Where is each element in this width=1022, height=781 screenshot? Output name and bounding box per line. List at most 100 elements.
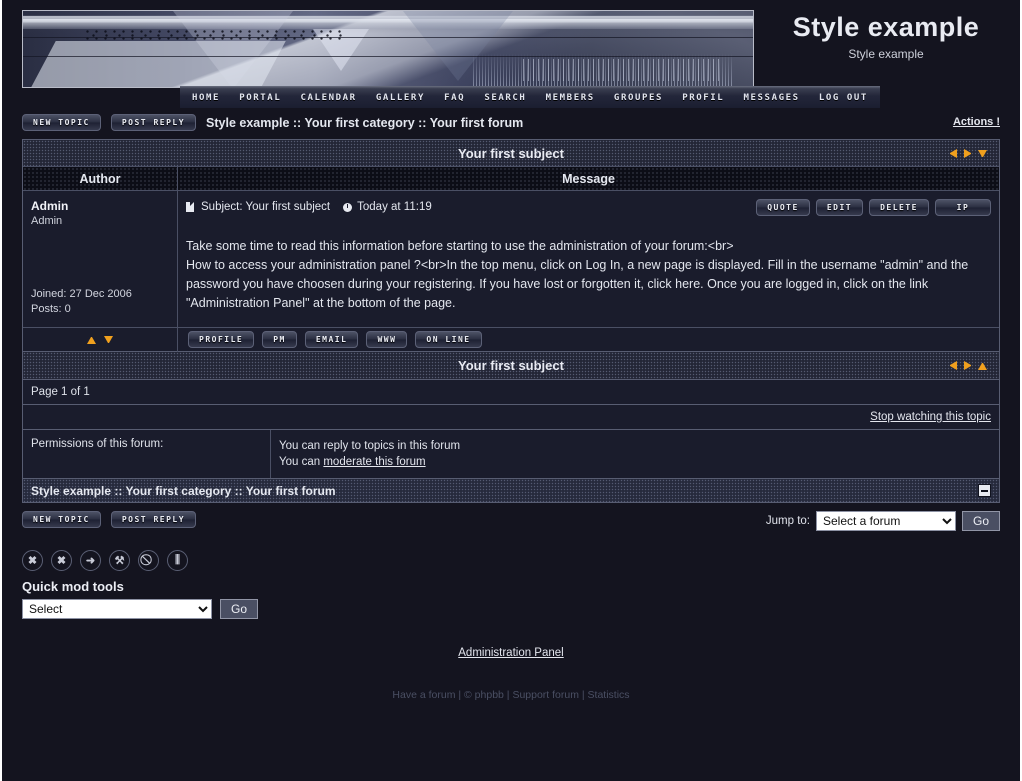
post-user-buttons[interactable]: PROFILE PM EMAIL WWW ON LINE (178, 328, 999, 352)
site-identity: Style example Style example (762, 12, 1010, 61)
quick-mod-select[interactable]: Select (22, 599, 212, 619)
nav-calendar[interactable]: CALENDAR (301, 93, 357, 103)
jump-down-icon[interactable] (978, 149, 987, 158)
permission-moderate: You can moderate this forum (279, 454, 991, 470)
post-reply-button[interactable]: POST REPLY (110, 114, 197, 131)
previous-topic-icon-bottom[interactable] (948, 361, 957, 370)
quick-mod-label: Quick mod tools (22, 579, 124, 594)
breadcrumb: Style example :: Your first category :: … (206, 115, 524, 130)
author-meta: Joined: 27 Dec 2006 Posts: 0 (31, 287, 132, 317)
footer-link-support[interactable]: Support forum (512, 689, 579, 701)
nav-messages[interactable]: MESSAGES (744, 93, 800, 103)
site-subtitle: Style example (848, 47, 924, 61)
nav-logout[interactable]: LOG OUT (819, 93, 868, 103)
post-header: Subject: Your first subject Today at 11:… (186, 197, 991, 217)
collapse-button[interactable] (978, 484, 991, 497)
nav-groupes[interactable]: GROUPES (614, 93, 663, 103)
wrench-icon[interactable]: ⚒ (109, 550, 130, 571)
column-header-author: Author (23, 167, 178, 190)
post-subject-line: Subject: Your first subject Today at 11:… (186, 201, 432, 213)
go-to-bottom-icon[interactable] (104, 335, 113, 344)
quick-mod-tools: ✖ ✖ ➜ ⚒⃠ ⫼ Quick mod tools Select Go (22, 528, 1000, 619)
topic-panel: Your first subject Author Message Admin … (22, 139, 1000, 352)
post-footer: PROFILE PM EMAIL WWW ON LINE (23, 327, 999, 352)
post-text: Take some time to read this information … (186, 237, 991, 313)
quick-mod-go-button[interactable]: Go (220, 599, 259, 619)
post-body-cell: Subject: Your first subject Today at 11:… (178, 191, 999, 327)
www-button[interactable]: WWW (366, 331, 408, 348)
topic-title-bar-bottom: Your first subject (23, 352, 999, 379)
split-icon[interactable]: ⫼ (167, 550, 188, 571)
page-info: Page 1 of 1 (31, 386, 90, 398)
author-posts: Posts: 0 (31, 303, 71, 315)
permission-moderate-prefix: You can (279, 456, 324, 468)
pagination-strip: Page 1 of 1 (22, 380, 1000, 405)
nav-gallery[interactable]: GALLERY (376, 93, 425, 103)
quote-button[interactable]: QUOTE (756, 198, 810, 216)
next-topic-icon-bottom[interactable] (963, 361, 972, 370)
nav-faq[interactable]: FAQ (444, 93, 465, 103)
post-scroll-arrows[interactable] (23, 327, 178, 352)
email-button[interactable]: EMAIL (304, 331, 359, 348)
delete-button[interactable]: DELETE (869, 198, 929, 216)
breadcrumb-bottom: Style example :: Your first category :: … (31, 483, 336, 498)
jump-up-icon[interactable] (978, 361, 987, 370)
site-header: Style example Style example HOME PORTAL CA… (2, 0, 1020, 110)
pm-button[interactable]: PM (262, 331, 297, 348)
post-text-line-1: Take some time to read this information … (186, 239, 734, 253)
footer-separator: | (578, 689, 588, 701)
actions-link[interactable]: Actions ! (953, 116, 1000, 128)
column-header-message: Message (562, 172, 615, 186)
delete-icon[interactable]: ✖ (22, 550, 43, 571)
banner-rule-2 (23, 56, 753, 57)
footer-link-phpbb[interactable]: © phpbb (464, 689, 504, 701)
moderate-forum-link[interactable]: moderate this forum (323, 456, 425, 468)
post-row: Admin Admin Joined: 27 Dec 2006 Posts: 0… (23, 191, 999, 327)
quick-mod-select-row: Select Go (22, 599, 1000, 619)
topic-nav-arrows-bottom[interactable] (948, 352, 987, 379)
stop-watching-link[interactable]: Stop watching this topic (870, 411, 991, 423)
jump-to-label: Jump to: (765, 515, 810, 527)
post-reply-button-bottom[interactable]: POST REPLY (110, 511, 197, 528)
previous-topic-icon[interactable] (948, 149, 957, 158)
new-topic-button-bottom[interactable]: NEW TOPIC (22, 511, 101, 528)
post-text-line-2: How to access your administration panel … (186, 258, 969, 310)
banner-image (22, 10, 754, 88)
author-joined: Joined: 27 Dec 2006 (31, 288, 132, 300)
bottom-post-buttons: NEW TOPIC POST REPLY (22, 511, 197, 528)
edit-button[interactable]: EDIT (815, 198, 864, 216)
new-topic-button[interactable]: NEW TOPIC (22, 114, 101, 131)
permissions-values: You can reply to topics in this forum Yo… (271, 430, 999, 478)
lock-icon[interactable]: ⃠ (138, 550, 159, 571)
site-title: Style example (792, 12, 980, 42)
footer-link-statistics[interactable]: Statistics (588, 689, 630, 701)
post-action-buttons[interactable]: QUOTE EDIT DELETE IP (756, 198, 991, 216)
post-author-cell: Admin Admin Joined: 27 Dec 2006 Posts: 0 (23, 191, 178, 327)
profile-button[interactable]: PROFILE (188, 331, 255, 348)
topic-title: Your first subject (458, 146, 564, 161)
author-rank: Admin (31, 215, 63, 227)
topic-title-bar: Your first subject (23, 140, 999, 167)
quick-mod-icon-row[interactable]: ✖ ✖ ➜ ⚒⃠ ⫼ (22, 550, 1000, 571)
jump-to-select[interactable]: Select a forum (815, 511, 956, 531)
nav-search[interactable]: SEARCH (484, 93, 526, 103)
footer-link-have-a-forum[interactable]: Have a forum (392, 689, 455, 701)
admin-panel-wrap: Administration Panel (22, 645, 1000, 659)
author-name[interactable]: Admin (31, 199, 169, 213)
back-to-top-icon[interactable] (87, 335, 96, 344)
move-right-icon[interactable]: ➜ (80, 550, 101, 571)
topic-nav-arrows-top[interactable] (948, 140, 987, 167)
delete-alt-icon[interactable]: ✖ (51, 550, 72, 571)
next-topic-icon[interactable] (963, 149, 972, 158)
nav-portal[interactable]: PORTAL (239, 93, 281, 103)
online-button[interactable]: ON LINE (415, 331, 482, 348)
ip-button[interactable]: IP (935, 198, 991, 216)
permissions-section: Permissions of this forum: You can reply… (22, 430, 1000, 479)
nav-home[interactable]: HOME (192, 93, 220, 103)
nav-profil[interactable]: PROFIL (682, 93, 724, 103)
jump-to-go-button[interactable]: Go (961, 511, 1000, 531)
nav-members[interactable]: MEMBERS (546, 93, 595, 103)
main-navigation[interactable]: HOME PORTAL CALENDAR GALLERY FAQ SEARCH MEMBER… (180, 86, 880, 108)
minus-icon (981, 489, 988, 492)
administration-panel-link[interactable]: Administration Panel (458, 647, 563, 659)
